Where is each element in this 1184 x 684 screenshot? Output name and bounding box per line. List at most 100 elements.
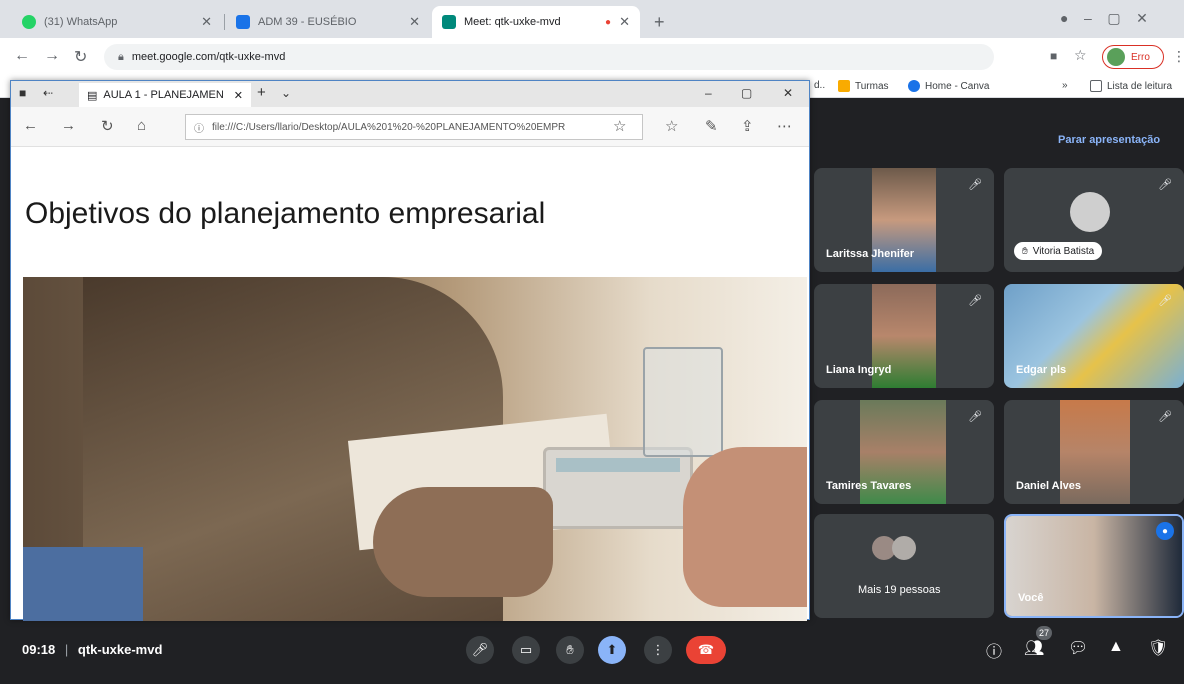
more-options-button[interactable]: ⋮ [644,636,672,664]
speaking-icon: ⦁ [1156,522,1174,540]
tab-label: ADM 39 - EUSÉBIO [258,16,357,28]
camera-button[interactable]: ▭ [512,636,540,664]
hand-icon: ✋︎ [1022,245,1028,257]
forward-icon[interactable]: → [44,47,60,65]
participant-name: Vitoria Batista [1032,245,1095,257]
meet-icon [442,15,456,29]
new-tab-button[interactable]: + [644,6,674,38]
sleeve [23,547,143,621]
calculator [543,447,693,529]
star-icon[interactable]: ☆ [1074,47,1087,64]
window-controls[interactable]: ● – ▢ ✕ [1060,10,1148,27]
new-tab-icon[interactable]: + [257,84,266,101]
close-icon[interactable]: ✕ [783,86,793,100]
participant-tile[interactable]: 🎤︎ Laritssa Jhenifer [814,168,994,272]
reload-icon[interactable]: ↻ [74,47,87,67]
participant-tile[interactable]: 🎤︎ Liana Ingryd [814,284,994,388]
avatar [892,536,916,560]
tab-actions-icon[interactable]: ■ [19,86,26,100]
chat-icon[interactable]: 💬︎ [1068,638,1088,658]
meeting-code: qtk-uxke-mvd [77,642,163,657]
more-icon: ⋮ [651,642,665,657]
home-icon[interactable]: ⌂ [137,117,146,134]
more-participants-tile[interactable]: Mais 19 pessoas [814,514,994,618]
set-aside-icon[interactable]: ⇠ [43,86,53,100]
leave-call-button[interactable]: ☎︎ [686,636,726,664]
tab-adm[interactable]: ADM 39 - EUSÉBIO ✕ [226,6,430,38]
minimize-icon[interactable]: – [705,86,712,100]
close-icon[interactable]: ✕ [234,89,243,102]
people-icon[interactable]: 👥︎ [1024,638,1044,658]
edge-tab[interactable]: ▤ AULA 1 - PLANEJAMEN ✕ [79,83,251,107]
tab-whatsapp[interactable]: (31) WhatsApp ✕ [12,6,222,38]
reading-list[interactable]: Lista de leitura [1090,80,1172,92]
mic-icon: 🎤︎ [471,642,489,657]
reading-list-icon [1090,80,1102,92]
slide-title: Objetivos do planejamento empresarial [25,197,546,230]
participant-count-badge: 27 [1036,626,1052,640]
hangup-icon: ☎︎ [697,642,715,657]
menu-icon[interactable]: ⋮ [1172,48,1184,65]
self-tile[interactable]: ⦁ Você [1004,514,1184,618]
more-bookmarks-icon[interactable]: » [1062,80,1068,91]
favorite-star-icon[interactable]: ☆ [613,117,626,135]
participant-tile[interactable]: 🎤︎ ✋︎ Vitoria Batista [1004,168,1184,272]
classroom-icon [236,15,250,29]
address-bar[interactable]: 🔒︎ meet.google.com/qtk-uxke-mvd [104,44,994,70]
recording-dot-icon: ● [605,16,612,28]
host-controls-icon[interactable]: 🛡︎ [1148,638,1168,658]
participant-name: Daniel Alves [1016,480,1082,492]
mic-off-icon: 🎤︎ [968,411,982,423]
share-icon[interactable]: ⇪ [741,117,754,135]
mic-off-icon: 🎤︎ [968,179,982,191]
refresh-icon[interactable]: ↻ [101,117,114,135]
url-text: file:///C:/Users/llario/Desktop/AULA%201… [212,121,566,133]
forward-icon[interactable]: → [61,117,76,134]
tab-label: (31) WhatsApp [44,16,118,28]
edge-window: ■ ⇠ ▤ AULA 1 - PLANEJAMEN ✕ + ⌄ – ▢ ✕ ← … [10,80,810,621]
bookmark-turmas[interactable]: Turmas [838,80,889,92]
bookmark-truncated[interactable]: d.. [814,80,825,91]
maximize-icon[interactable]: ▢ [741,86,752,100]
classroom-icon [838,80,850,92]
present-button[interactable]: ⬆ [598,636,626,664]
back-icon[interactable]: ← [14,47,30,65]
profile-button[interactable]: Erro [1102,45,1164,69]
pen-icon[interactable]: ✎ [705,117,718,135]
pencil-holder [643,347,723,457]
raised-hand-badge: ✋︎ Vitoria Batista [1014,242,1103,260]
close-icon[interactable]: ✕ [201,14,212,30]
mic-off-icon: 🎤︎ [968,295,982,307]
close-icon[interactable]: ✕ [409,14,420,30]
info-icon[interactable]: ⓘ [986,638,1002,662]
close-icon[interactable]: ✕ [619,14,630,30]
lock-icon: 🔒︎ [118,50,124,63]
participant-name: Liana Ingryd [826,364,892,376]
meet-control-bar: 09:18 | qtk-uxke-mvd 🎤︎ ▭ ✋︎ ⬆ ⋮ ☎︎ ⓘ 👥︎… [0,620,1184,684]
more-icon[interactable]: ⋯ [777,117,792,135]
chevron-down-icon[interactable]: ⌄ [281,86,291,100]
clock: 09:18 [22,642,56,657]
back-icon[interactable]: ← [23,117,38,134]
favorites-icon[interactable]: ☆ [665,117,678,135]
participant-tile[interactable]: 🎤︎ Daniel Alves [1004,400,1184,504]
tab-label: AULA 1 - PLANEJAMEN [103,89,224,101]
edge-toolbar: ← → ↻ ⌂ ⓘ file:///C:/Users/llario/Deskto… [11,107,809,147]
stop-presenting-button[interactable]: Parar apresentação [1058,134,1160,146]
participant-tile[interactable]: 🎤︎ Tamires Tavares [814,400,994,504]
camera-icon[interactable]: ■ [1050,49,1057,63]
activities-icon[interactable]: ▲ [1108,638,1124,656]
url-text: meet.google.com/qtk-uxke-mvd [131,51,286,63]
participant-tile[interactable]: 🎤︎ Edgar pls [1004,284,1184,388]
tab-meet[interactable]: Meet: qtk-uxke-mvd ● ✕ [432,6,640,38]
more-participants-label: Mais 19 pessoas [858,584,941,596]
participant-name: Laritssa Jhenifer [826,248,915,260]
chrome-toolbar: ← → ↻ 🔒︎ meet.google.com/qtk-uxke-mvd ■ … [0,38,1184,76]
raise-hand-button[interactable]: ✋︎ [556,636,584,664]
edge-address-bar[interactable]: ⓘ file:///C:/Users/llario/Desktop/AULA%2… [185,114,643,140]
bookmark-canva[interactable]: Home - Canva [908,80,989,92]
tab-label: Meet: qtk-uxke-mvd [464,16,561,28]
mic-button[interactable]: 🎤︎ [466,636,494,664]
mic-off-icon: 🎤︎ [1158,179,1172,191]
avatar [1070,192,1110,232]
